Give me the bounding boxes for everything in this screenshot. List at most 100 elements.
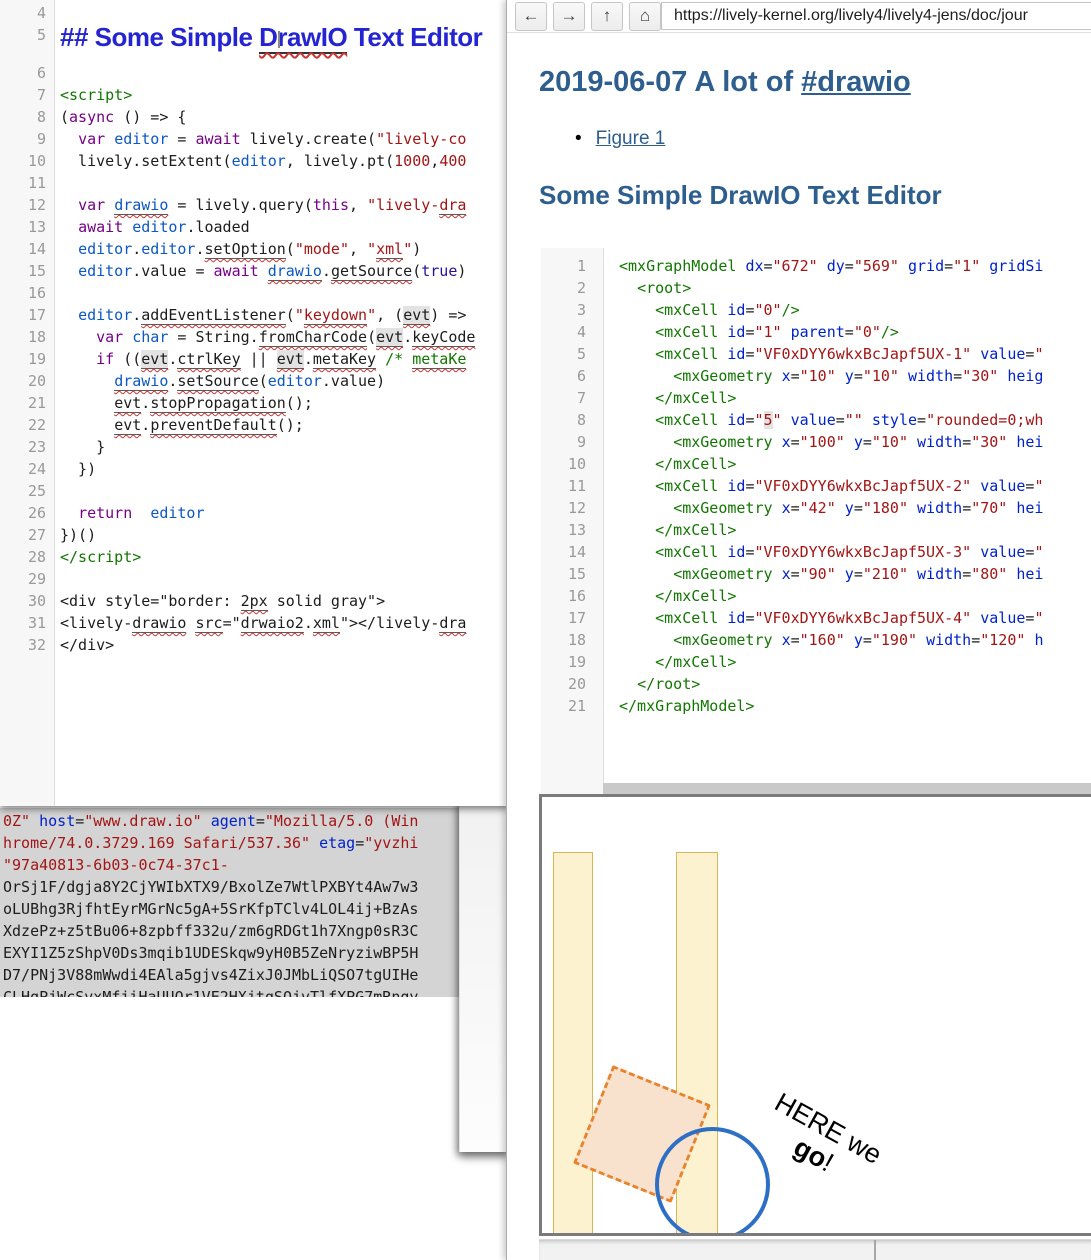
code-token: drawio — [268, 262, 322, 281]
code-line: 5 <mxCell id="VF0xDYY6wkxBcJapf5UX-1" va… — [541, 343, 1091, 365]
code-token: x — [782, 367, 791, 385]
code-token: keyCode — [412, 328, 475, 347]
code-token: </div> — [60, 636, 114, 654]
code-line: 12 var drawio = lively.query(this, "live… — [0, 194, 508, 216]
code-token: ) — [457, 262, 466, 280]
window-edge-strip — [459, 800, 509, 1152]
code-token: = — [863, 631, 872, 649]
code-token: " — [367, 240, 376, 258]
code-token: Text Editor — [347, 22, 482, 52]
code-token: = — [962, 565, 971, 583]
code-token: width — [917, 499, 962, 517]
xml-source-text: 0Z" host="www.draw.io" agent="Mozilla/5.… — [3, 810, 462, 997]
toc-list-item: • Figure 1 — [575, 128, 665, 150]
markdown-editor-window[interactable]: 45## Some Simple DrawIO Text Editor67<sc… — [0, 0, 508, 806]
code-token: })() — [60, 526, 96, 544]
code-token: <mxCell — [655, 609, 718, 627]
up-button[interactable]: ↑ — [591, 2, 623, 31]
line-number: 4 — [0, 2, 54, 24]
code-token: = — [791, 499, 800, 517]
code-token: ( — [286, 240, 295, 258]
code-token — [818, 257, 827, 275]
drawio-tag-link[interactable]: #drawio — [801, 66, 911, 98]
code-token: = — [917, 411, 926, 429]
markdown-editor[interactable]: 45## Some Simple DrawIO Text Editor67<sc… — [0, 0, 508, 806]
code-token: 2px — [241, 592, 268, 611]
code-line: 31<lively-drawio src="drwaio2.xml"></liv… — [0, 612, 508, 634]
code-token: <script> — [60, 86, 132, 104]
code-line: 18 var char = String.fromCharCode(evt.ke… — [0, 326, 508, 348]
code-line: 13 await editor.loaded — [0, 216, 508, 238]
code-token: " — [773, 411, 782, 429]
code-token: <div style="border: — [60, 592, 241, 610]
code-token — [619, 433, 673, 451]
code-token — [619, 477, 655, 495]
code-token — [619, 279, 637, 297]
code-token — [908, 565, 917, 583]
figure-1-link[interactable]: Figure 1 — [596, 128, 666, 149]
code-token: = — [962, 433, 971, 451]
code-token: "10" — [863, 367, 899, 385]
code-token: <mxGeometry — [673, 565, 772, 583]
line-number: 13 — [541, 519, 603, 541]
code-token: " — [403, 240, 412, 258]
line-number: 20 — [0, 370, 54, 392]
code-token: return — [78, 504, 132, 522]
code-token: await — [195, 130, 240, 148]
forward-button[interactable]: → — [553, 2, 585, 31]
code-token — [60, 240, 78, 258]
code-token: "10" — [872, 433, 908, 451]
code-token — [619, 455, 655, 473]
code-token: dy — [827, 257, 845, 275]
code-token — [619, 587, 655, 605]
home-button[interactable]: ⌂ — [629, 2, 661, 31]
code-token: . — [322, 262, 331, 280]
code-token: hei — [1016, 499, 1043, 517]
code-token: width — [926, 631, 971, 649]
code-token: id — [727, 345, 745, 363]
line-number: 13 — [0, 216, 54, 238]
code-token: "mode" — [295, 240, 349, 258]
code-token: heig — [1007, 367, 1043, 385]
code-token: dx — [745, 257, 763, 275]
code-token: = — [962, 499, 971, 517]
code-token — [971, 345, 980, 363]
code-token — [836, 499, 845, 517]
code-token — [998, 367, 1007, 385]
code-token: editor — [268, 372, 322, 390]
code-token: . — [132, 240, 141, 258]
code-line: 21</mxGraphModel> — [541, 695, 1091, 717]
code-token: parent — [791, 323, 845, 341]
line-number: 5 — [541, 343, 603, 365]
xml-editor[interactable]: 1<mxGraphModel dx="672" dy="569" grid="1… — [541, 248, 1091, 783]
divider — [874, 1240, 876, 1260]
code-line: 23 } — [0, 436, 508, 458]
code-token — [123, 218, 132, 236]
code-token — [971, 609, 980, 627]
code-token: || — [241, 350, 277, 368]
code-token — [917, 631, 926, 649]
xml-source-overlay[interactable]: 0Z" host="www.draw.io" agent="Mozilla/5.… — [0, 808, 462, 997]
code-token: () => { — [114, 108, 186, 126]
code-token — [773, 433, 782, 451]
code-token: lively.setExtent( — [60, 152, 232, 170]
drawio-figure-panel: HERE we go! — [539, 794, 1091, 1236]
bullet-icon: • — [575, 128, 582, 149]
line-number: 6 — [541, 365, 603, 387]
code-line: oLUBhg3RjfhtEyrMGrNc5gA+5SrKfpTClv4LOL4i… — [3, 898, 462, 920]
code-token: .loaded — [186, 218, 249, 236]
line-number: 20 — [541, 673, 603, 695]
url-input[interactable]: https://lively-kernel.org/lively4/lively… — [661, 2, 1091, 30]
code-token: (); — [286, 394, 313, 412]
line-number: 19 — [0, 348, 54, 370]
code-token: "180" — [863, 499, 908, 517]
code-line: CLHgPjWcSvxMfjiHaUUQr1VE2HXjtqSOjvTlfXPG… — [3, 986, 462, 997]
code-token: (( — [114, 350, 141, 368]
code-token — [899, 367, 908, 385]
code-token: drawio — [114, 196, 168, 215]
code-token: "10" — [800, 367, 836, 385]
code-token: <mxGraphModel — [619, 257, 736, 275]
back-button[interactable]: ← — [515, 2, 547, 31]
code-line: 11 — [0, 172, 508, 194]
code-token — [908, 499, 917, 517]
